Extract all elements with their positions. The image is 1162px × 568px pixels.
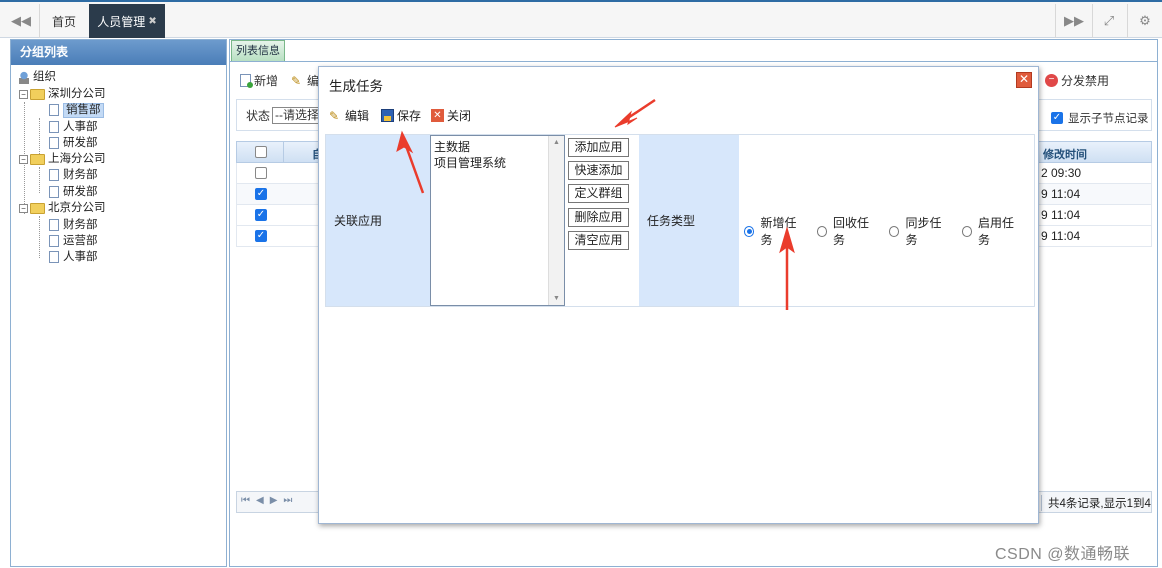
watermark: CSDN @数通畅联 <box>995 546 1131 563</box>
annotation-arrows <box>396 98 795 310</box>
arrow-head <box>396 130 414 154</box>
arrow-to-save <box>403 142 425 194</box>
